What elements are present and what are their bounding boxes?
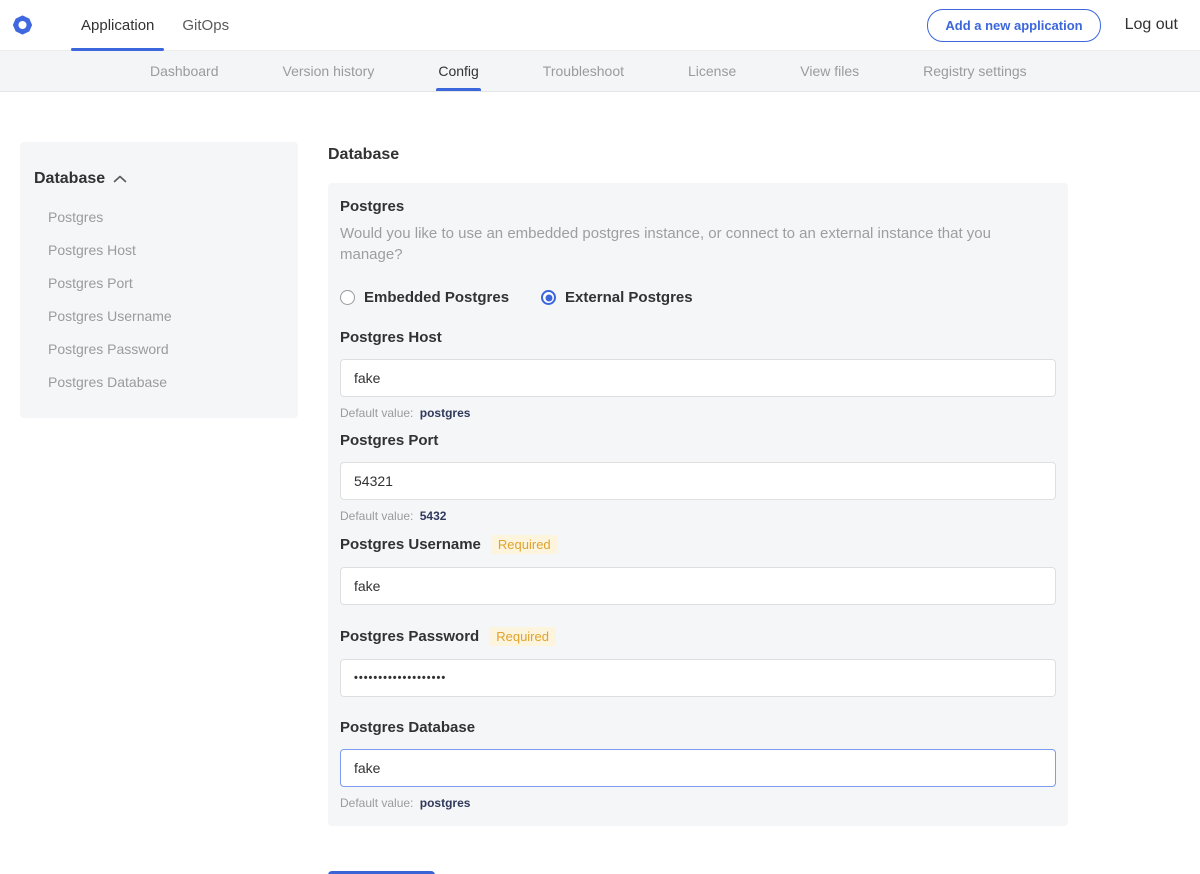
tab-application[interactable]: Application	[67, 0, 168, 50]
default-value: 5432	[420, 509, 447, 523]
postgres-database-default: Default value: postgres	[340, 796, 1056, 810]
radio-embedded-label: Embedded Postgres	[364, 289, 509, 306]
app-subnav: Dashboard Version history Config Trouble…	[0, 51, 1200, 92]
config-group-title: Database	[328, 146, 1068, 164]
config-panel: Postgres Would you like to use an embedd…	[328, 183, 1068, 826]
field-postgres-username: Postgres Username Required	[340, 535, 1056, 615]
config-main: Database Postgres Would you like to use …	[328, 142, 1068, 874]
radio-external-label: External Postgres	[565, 289, 693, 306]
chevron-up-icon	[113, 174, 127, 184]
radio-external-postgres[interactable]: External Postgres	[541, 289, 693, 306]
tab-gitops-label: GitOps	[182, 17, 229, 34]
field-postgres-port: Postgres Port Default value: 5432	[340, 432, 1056, 523]
add-application-button[interactable]: Add a new application	[927, 9, 1100, 42]
postgres-host-default: Default value: postgres	[340, 406, 1056, 420]
subnav-config[interactable]: Config	[436, 51, 480, 91]
subnav-troubleshoot[interactable]: Troubleshoot	[541, 51, 626, 91]
sidebar-items: Postgres Postgres Host Postgres Port Pos…	[34, 196, 284, 394]
subnav-dashboard[interactable]: Dashboard	[148, 51, 221, 91]
app-header: Application GitOps Add a new application…	[0, 0, 1200, 51]
default-label: Default value:	[340, 796, 413, 810]
field-postgres-database: Postgres Database Default value: postgre…	[340, 719, 1056, 810]
config-sidebar: Database Postgres Postgres Host Postgres…	[20, 142, 298, 418]
default-value: postgres	[420, 796, 471, 810]
section-heading-postgres: Postgres	[340, 198, 1056, 215]
postgres-database-input[interactable]	[340, 749, 1056, 787]
sidebar-item-postgres-port[interactable]: Postgres Port	[34, 262, 284, 295]
tab-application-label: Application	[81, 17, 154, 34]
radio-checked-icon[interactable]	[541, 290, 556, 305]
postgres-port-input[interactable]	[340, 462, 1056, 500]
postgres-username-input[interactable]	[340, 567, 1056, 605]
subnav-view-files[interactable]: View files	[798, 51, 861, 91]
sidebar-group-database[interactable]: Database	[34, 170, 284, 188]
app-logo-icon	[12, 14, 33, 36]
tab-gitops[interactable]: GitOps	[168, 0, 243, 50]
config-page: Database Postgres Postgres Host Postgres…	[0, 92, 1200, 874]
postgres-port-default: Default value: 5432	[340, 509, 1056, 523]
default-value: postgres	[420, 406, 471, 420]
field-postgres-host: Postgres Host Default value: postgres	[340, 329, 1056, 420]
postgres-mode-radio-group: Embedded Postgres External Postgres	[340, 289, 1056, 306]
postgres-host-input[interactable]	[340, 359, 1056, 397]
sidebar-item-postgres-host[interactable]: Postgres Host	[34, 229, 284, 262]
sidebar-item-postgres-password[interactable]: Postgres Password	[34, 328, 284, 361]
default-label: Default value:	[340, 406, 413, 420]
subnav-registry-settings[interactable]: Registry settings	[921, 51, 1028, 91]
postgres-database-label: Postgres Database	[340, 719, 475, 736]
postgres-help-text: Would you like to use an embedded postgr…	[340, 223, 1056, 265]
sidebar-item-postgres-username[interactable]: Postgres Username	[34, 295, 284, 328]
subnav-version-history[interactable]: Version history	[281, 51, 377, 91]
app-logo	[0, 0, 47, 50]
sidebar-group-label: Database	[34, 170, 105, 188]
default-label: Default value:	[340, 509, 413, 523]
postgres-password-label: Postgres Password	[340, 628, 479, 645]
postgres-host-label: Postgres Host	[340, 329, 442, 346]
header-right: Add a new application Log out	[927, 0, 1200, 50]
field-postgres-password: Postgres Password Required	[340, 627, 1056, 707]
postgres-port-label: Postgres Port	[340, 432, 438, 449]
radio-unchecked-icon[interactable]	[340, 290, 355, 305]
radio-embedded-postgres[interactable]: Embedded Postgres	[340, 289, 509, 306]
subnav-license[interactable]: License	[686, 51, 738, 91]
postgres-username-label: Postgres Username	[340, 536, 481, 553]
logout-link[interactable]: Log out	[1125, 16, 1178, 34]
sidebar-item-postgres-database[interactable]: Postgres Database	[34, 361, 284, 394]
sidebar-item-postgres[interactable]: Postgres	[34, 196, 284, 229]
required-badge: Required	[489, 627, 556, 646]
header-tabs: Application GitOps	[67, 0, 243, 50]
postgres-password-input[interactable]	[340, 659, 1056, 697]
required-badge: Required	[491, 535, 558, 554]
